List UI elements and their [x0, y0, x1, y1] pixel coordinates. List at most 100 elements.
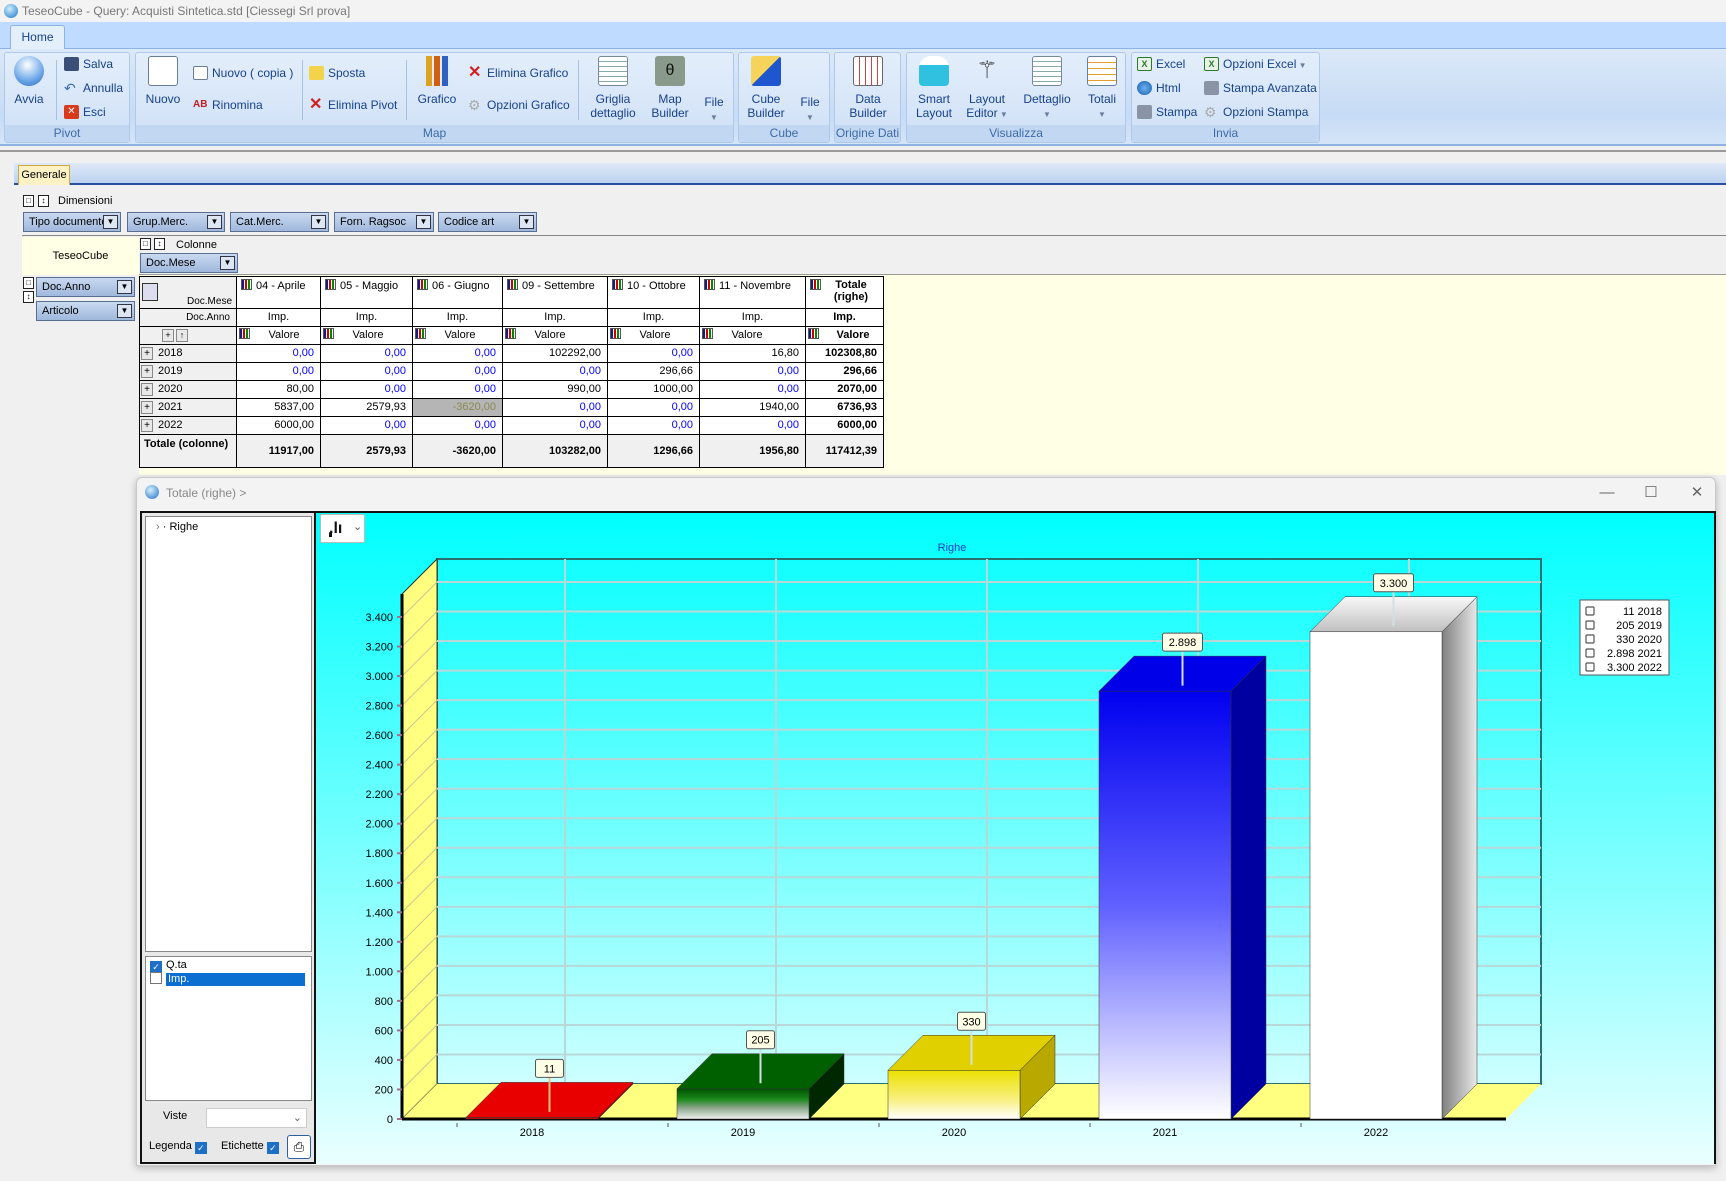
dropdown-arrow-icon[interactable]: ▼	[117, 304, 132, 318]
dropdown-arrow-icon[interactable]: ▼	[220, 256, 235, 270]
tab-generale[interactable]: Generale	[18, 165, 70, 185]
measures-list[interactable]: ✓ Q.ta Imp.	[145, 956, 312, 1101]
measure-item-qta[interactable]: ✓ Q.ta	[150, 959, 187, 973]
chart-column-icon[interactable]	[810, 279, 821, 290]
dimension-codice-art[interactable]: Codice art ▼	[438, 212, 537, 232]
collapse-icon[interactable]: □	[140, 238, 151, 250]
dropdown-arrow-icon[interactable]: ▼	[519, 215, 534, 229]
excel-button[interactable]: X Excel	[1137, 55, 1185, 73]
stampa-avanzata-button[interactable]: Stampa Avanzata	[1204, 79, 1317, 97]
pivot-options-icon[interactable]	[142, 283, 158, 301]
chart-column-icon[interactable]	[505, 328, 516, 339]
chart-column-icon[interactable]	[323, 328, 334, 339]
checkbox-checked[interactable]: ✓	[266, 1142, 279, 1154]
collapse-icon[interactable]: □	[23, 277, 34, 289]
dimension-tree[interactable]: › · Righe	[145, 516, 312, 952]
annulla-button[interactable]: ↶ Annulla	[64, 79, 123, 97]
chart-column-icon[interactable]	[415, 328, 426, 339]
dropdown-arrow-icon[interactable]: ▼	[311, 215, 326, 229]
griglia-dettaglio-button[interactable]: Griglia dettaglio	[588, 56, 638, 120]
stampa-button[interactable]: Stampa	[1137, 103, 1197, 121]
expand-all-icon[interactable]: +	[162, 329, 174, 342]
value-header: Valore	[700, 327, 806, 345]
chevron-right-icon[interactable]: ›	[156, 521, 160, 533]
opzioni-excel-button[interactable]: X Opzioni Excel ▼	[1204, 55, 1307, 73]
delete-x-icon: ✕	[309, 96, 323, 113]
layout-editor-button[interactable]: ⚚ Layout Editor ▼	[964, 56, 1010, 122]
totali-button[interactable]: Totali ▼	[1084, 56, 1120, 122]
expand-row-icon[interactable]: +	[141, 419, 153, 432]
nuovo-button[interactable]: Nuovo	[143, 56, 183, 106]
expand-row-icon[interactable]: +	[141, 401, 153, 414]
maximize-button[interactable]: ☐	[1636, 481, 1666, 505]
sort-icon[interactable]: ↑	[176, 329, 188, 342]
chart-column-icon[interactable]	[704, 279, 715, 290]
chart-column-icon[interactable]	[702, 328, 713, 339]
chart-column-icon[interactable]	[241, 279, 252, 290]
dropdown-arrow-icon[interactable]: ▼	[416, 215, 431, 229]
dropdown-arrow-icon[interactable]: ▼	[103, 215, 118, 229]
rinomina-button[interactable]: AB Rinomina	[193, 96, 263, 114]
smart-layout-button[interactable]: Smart Layout	[912, 56, 956, 120]
dimension-grup-merc[interactable]: Grup.Merc. ▼	[127, 212, 225, 232]
column-field-doc-mese[interactable]: Doc.Mese ▼	[140, 253, 238, 273]
print-chart-button[interactable]: ⎙	[287, 1135, 311, 1159]
dropdown-arrow-icon[interactable]: ▼	[117, 280, 132, 294]
file-dropdown-cube[interactable]: File ▼	[796, 95, 824, 125]
expand-row-icon[interactable]: +	[141, 365, 153, 378]
chart-column-icon[interactable]	[325, 279, 336, 290]
dimension-tipo-documento[interactable]: Tipo documento ▼	[23, 212, 121, 232]
etichette-toggle[interactable]: Etichette ✓	[221, 1140, 283, 1154]
printer-icon	[1137, 105, 1152, 119]
dettaglio-button[interactable]: Dettaglio ▼	[1020, 56, 1074, 122]
opzioni-grafico-button[interactable]: ⚙ Opzioni Grafico	[468, 96, 570, 114]
tree-item-righe[interactable]: › · Righe	[156, 521, 198, 533]
sort-updown-icon[interactable]: ↕	[23, 291, 34, 303]
left-wall	[401, 557, 438, 1121]
html-button[interactable]: Html	[1137, 79, 1181, 97]
dropdown-arrow-icon[interactable]: ▼	[207, 215, 222, 229]
data-builder-button[interactable]: Data Builder	[846, 56, 890, 120]
sort-updown-icon[interactable]: ↕	[38, 195, 49, 207]
measure-item-imp[interactable]: Imp.	[150, 972, 310, 986]
avvia-button[interactable]: Avvia	[10, 56, 48, 106]
dimension-forn-ragsoc[interactable]: Forn. Ragsoc ▼	[334, 212, 434, 232]
map-builder-button[interactable]: θ Map Builder	[648, 56, 692, 120]
value-cell: 0,00	[413, 345, 503, 363]
esci-button[interactable]: ✕ Esci	[64, 103, 106, 121]
total-column-header: Totale (righe)	[806, 276, 884, 309]
chart-column-icon[interactable]	[610, 328, 621, 339]
opzioni-stampa-button[interactable]: ⚙ Opzioni Stampa	[1204, 103, 1308, 121]
row-field-articolo[interactable]: Articolo ▼	[36, 301, 135, 321]
sort-updown-icon[interactable]: ↕	[154, 238, 165, 250]
play-orb-icon	[14, 56, 44, 86]
checkbox-checked[interactable]: ✓	[194, 1142, 207, 1154]
chart-type-button[interactable]: .lı ⌄	[320, 514, 365, 543]
expand-row-icon[interactable]: +	[141, 383, 153, 396]
sposta-button[interactable]: Sposta	[309, 64, 365, 82]
chart-column-icon[interactable]	[239, 328, 250, 339]
viste-select[interactable]: ⌄	[206, 1108, 307, 1128]
row-field-doc-anno[interactable]: Doc.Anno ▼	[36, 277, 135, 297]
value-header: Valore	[806, 327, 884, 345]
tab-home[interactable]: Home	[10, 25, 65, 49]
grafico-button[interactable]: Grafico	[414, 56, 460, 106]
expand-row-icon[interactable]: +	[141, 347, 153, 360]
legenda-toggle[interactable]: Legenda ✓	[149, 1140, 211, 1154]
chart-column-icon[interactable]	[417, 279, 428, 290]
cube-builder-button[interactable]: Cube Builder	[744, 56, 788, 120]
minimize-button[interactable]: —	[1592, 481, 1622, 505]
chart-column-icon[interactable]	[507, 279, 518, 290]
close-button[interactable]: ✕	[1682, 481, 1712, 505]
y-tick-label: 1.200	[365, 937, 393, 949]
nuovo-copia-button[interactable]: Nuovo ( copia )	[193, 64, 293, 82]
chart-column-icon[interactable]	[808, 328, 819, 339]
file-dropdown-map[interactable]: File ▼	[700, 95, 728, 125]
salva-button[interactable]: Salva	[64, 55, 113, 73]
collapse-icon[interactable]: □	[23, 195, 34, 207]
elimina-grafico-button[interactable]: ✕ Elimina Grafico	[468, 64, 568, 82]
elimina-pivot-button[interactable]: ✕ Elimina Pivot	[309, 96, 397, 114]
dimension-cat-merc[interactable]: Cat.Merc. ▼	[230, 212, 329, 232]
checkbox-unchecked[interactable]	[150, 972, 162, 984]
chart-column-icon[interactable]	[612, 279, 623, 290]
